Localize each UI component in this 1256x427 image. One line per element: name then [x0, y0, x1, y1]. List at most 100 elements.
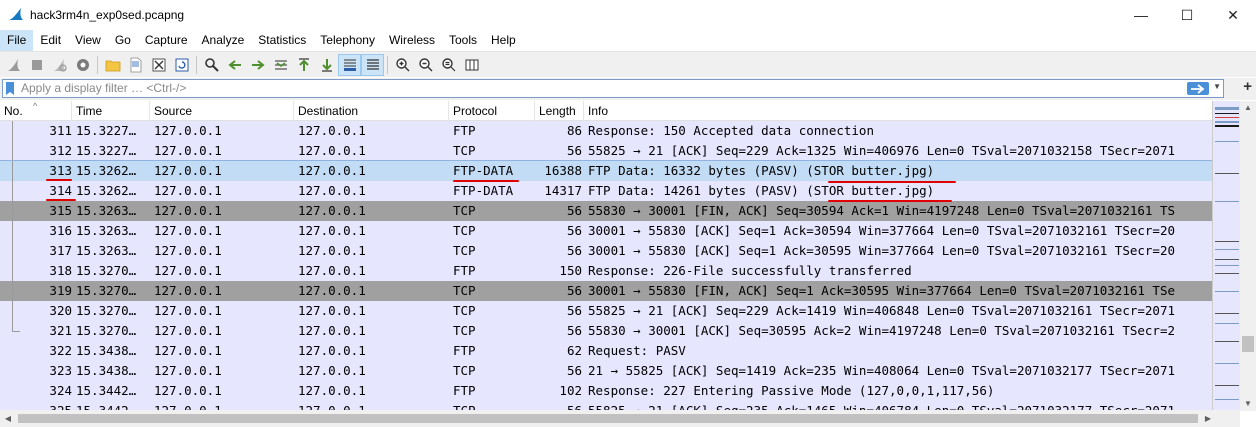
packet-length: 56: [566, 243, 582, 258]
scroll-up-arrow[interactable]: ▲: [1240, 101, 1256, 115]
find-packet-button[interactable]: [200, 54, 223, 76]
capture-options-button[interactable]: [71, 54, 94, 76]
minimap-mark: [1215, 121, 1239, 123]
packet-row[interactable]: 320 15.3270… 127.0.0.1 127.0.0.1 TCP 56 …: [0, 301, 1212, 321]
reload-file-button[interactable]: [170, 54, 193, 76]
folder-icon: [105, 60, 120, 71]
menu-statistics[interactable]: Statistics: [251, 30, 313, 51]
close-file-icon: [152, 58, 165, 71]
minimap-mark: [1215, 201, 1239, 202]
auto-scroll-button[interactable]: [338, 53, 361, 76]
menu-file[interactable]: File: [0, 30, 34, 51]
minimap-mark: [1215, 259, 1239, 260]
menu-capture[interactable]: Capture: [138, 30, 195, 51]
resize-columns-button[interactable]: [460, 54, 483, 76]
first-packet-button[interactable]: [292, 54, 315, 76]
maximize-button[interactable]: ☐: [1164, 0, 1210, 30]
scroll-left-arrow[interactable]: ◀: [0, 410, 16, 427]
vertical-scrollbar[interactable]: ▲ ▼: [1240, 101, 1256, 411]
packet-row[interactable]: 312 15.3227… 127.0.0.1 127.0.0.1 TCP 56 …: [0, 141, 1212, 161]
packet-protocol: FTP-DATA: [453, 163, 514, 178]
packet-protocol: TCP: [453, 283, 476, 298]
packet-row[interactable]: 311 15.3227… 127.0.0.1 127.0.0.1 FTP 86 …: [0, 121, 1212, 141]
packet-row[interactable]: 319 15.3270… 127.0.0.1 127.0.0.1 TCP 56 …: [0, 281, 1212, 301]
menu-telephony[interactable]: Telephony: [313, 30, 382, 51]
zoom-out-button[interactable]: [414, 54, 437, 76]
menu-wireless[interactable]: Wireless: [382, 30, 442, 51]
packet-row[interactable]: 317 15.3263… 127.0.0.1 127.0.0.1 TCP 56 …: [0, 241, 1212, 261]
last-packet-button[interactable]: [315, 54, 338, 76]
display-filter-input[interactable]: Apply a display filter … <Ctrl-/> ▼: [2, 79, 1224, 98]
menu-view[interactable]: View: [68, 30, 108, 51]
packet-info: 55830 → 30001 [FIN, ACK] Seq=30594 Ack=1…: [588, 203, 1175, 218]
column-header-time[interactable]: Time: [72, 101, 150, 121]
column-header-no[interactable]: No. ^: [0, 101, 72, 121]
packet-row[interactable]: 323 15.3438… 127.0.0.1 127.0.0.1 TCP 56 …: [0, 361, 1212, 381]
packet-no: 315: [49, 203, 72, 218]
save-file-button[interactable]: [124, 54, 147, 76]
packet-row[interactable]: 324 15.3442… 127.0.0.1 127.0.0.1 FTP 102…: [0, 381, 1212, 401]
normal-size-button[interactable]: [437, 54, 460, 76]
minimap-mark: [1215, 117, 1239, 118]
restart-capture-button[interactable]: [48, 54, 71, 76]
menu-help[interactable]: Help: [484, 30, 523, 51]
packet-length: 56: [566, 283, 582, 298]
packet-row[interactable]: 318 15.3270… 127.0.0.1 127.0.0.1 FTP 150…: [0, 261, 1212, 281]
packet-row-selected[interactable]: 313 15.3262… 127.0.0.1 127.0.0.1 FTP-DAT…: [0, 160, 1212, 182]
colorize-list-icon: [366, 58, 379, 70]
packet-row[interactable]: 315 15.3263… 127.0.0.1 127.0.0.1 TCP 56 …: [0, 201, 1212, 221]
column-header-destination[interactable]: Destination: [294, 101, 449, 121]
open-file-button[interactable]: [101, 54, 124, 76]
packet-info: Request: PASV: [588, 343, 686, 358]
add-filter-button[interactable]: +: [1243, 78, 1252, 95]
packet-info: 55830 → 30001 [ACK] Seq=30595 Ack=2 Win=…: [588, 323, 1175, 338]
packet-row[interactable]: 314 15.3262… 127.0.0.1 127.0.0.1 FTP-DAT…: [0, 181, 1212, 201]
toolbar-separator: [387, 55, 388, 74]
go-forward-button[interactable]: [246, 54, 269, 76]
minimap-mark: [1215, 363, 1239, 364]
packet-row[interactable]: 322 15.3438… 127.0.0.1 127.0.0.1 FTP 62 …: [0, 341, 1212, 361]
scroll-thumb[interactable]: [1242, 336, 1254, 352]
packet-no: 318: [49, 263, 72, 278]
close-button[interactable]: ✕: [1210, 0, 1256, 30]
zoom-in-button[interactable]: [391, 54, 414, 76]
packet-protocol: FTP-DATA: [453, 183, 514, 198]
column-header-source[interactable]: Source: [150, 101, 294, 121]
auto-scroll-icon: [343, 58, 356, 71]
scroll-right-arrow[interactable]: ▶: [1200, 410, 1216, 427]
menu-edit[interactable]: Edit: [33, 30, 68, 51]
go-to-packet-button[interactable]: [269, 54, 292, 76]
arrow-up-to-top-icon: [298, 57, 309, 71]
annotation-underline: [453, 180, 519, 182]
packet-row[interactable]: 321 15.3270… 127.0.0.1 127.0.0.1 TCP 56 …: [0, 321, 1212, 341]
apply-filter-button[interactable]: [1187, 82, 1209, 95]
packet-source: 127.0.0.1: [154, 243, 222, 258]
chevron-down-icon[interactable]: ▼: [1213, 82, 1221, 91]
start-capture-button[interactable]: [2, 54, 25, 76]
close-file-button[interactable]: [147, 54, 170, 76]
packet-time: 15.3263…: [76, 243, 137, 258]
packet-time: 15.3270…: [76, 263, 137, 278]
resize-columns-icon: [465, 59, 478, 70]
bookmark-icon[interactable]: [5, 82, 15, 96]
menu-tools[interactable]: Tools: [442, 30, 484, 51]
colorize-button[interactable]: [361, 53, 384, 76]
horizontal-scroll-thumb[interactable]: [18, 414, 1198, 423]
annotation-underline: [828, 181, 956, 183]
menu-analyze[interactable]: Analyze: [195, 30, 252, 51]
column-header-info[interactable]: Info: [584, 101, 1212, 121]
minimize-button[interactable]: —: [1118, 0, 1164, 30]
horizontal-scrollbar[interactable]: ◀ ▶: [0, 410, 1240, 427]
column-header-length[interactable]: Length: [535, 101, 584, 121]
go-back-button[interactable]: [223, 54, 246, 76]
packet-no: 314: [49, 183, 72, 198]
scroll-down-arrow[interactable]: ▼: [1240, 397, 1256, 411]
column-header-protocol[interactable]: Protocol: [449, 101, 535, 121]
packet-row[interactable]: 316 15.3263… 127.0.0.1 127.0.0.1 TCP 56 …: [0, 221, 1212, 241]
packet-overview-minimap[interactable]: [1212, 101, 1240, 411]
stop-capture-button[interactable]: [25, 54, 48, 76]
packet-source: 127.0.0.1: [154, 123, 222, 138]
packet-source: 127.0.0.1: [154, 303, 222, 318]
menu-go[interactable]: Go: [108, 30, 138, 51]
packet-no: 319: [49, 283, 72, 298]
